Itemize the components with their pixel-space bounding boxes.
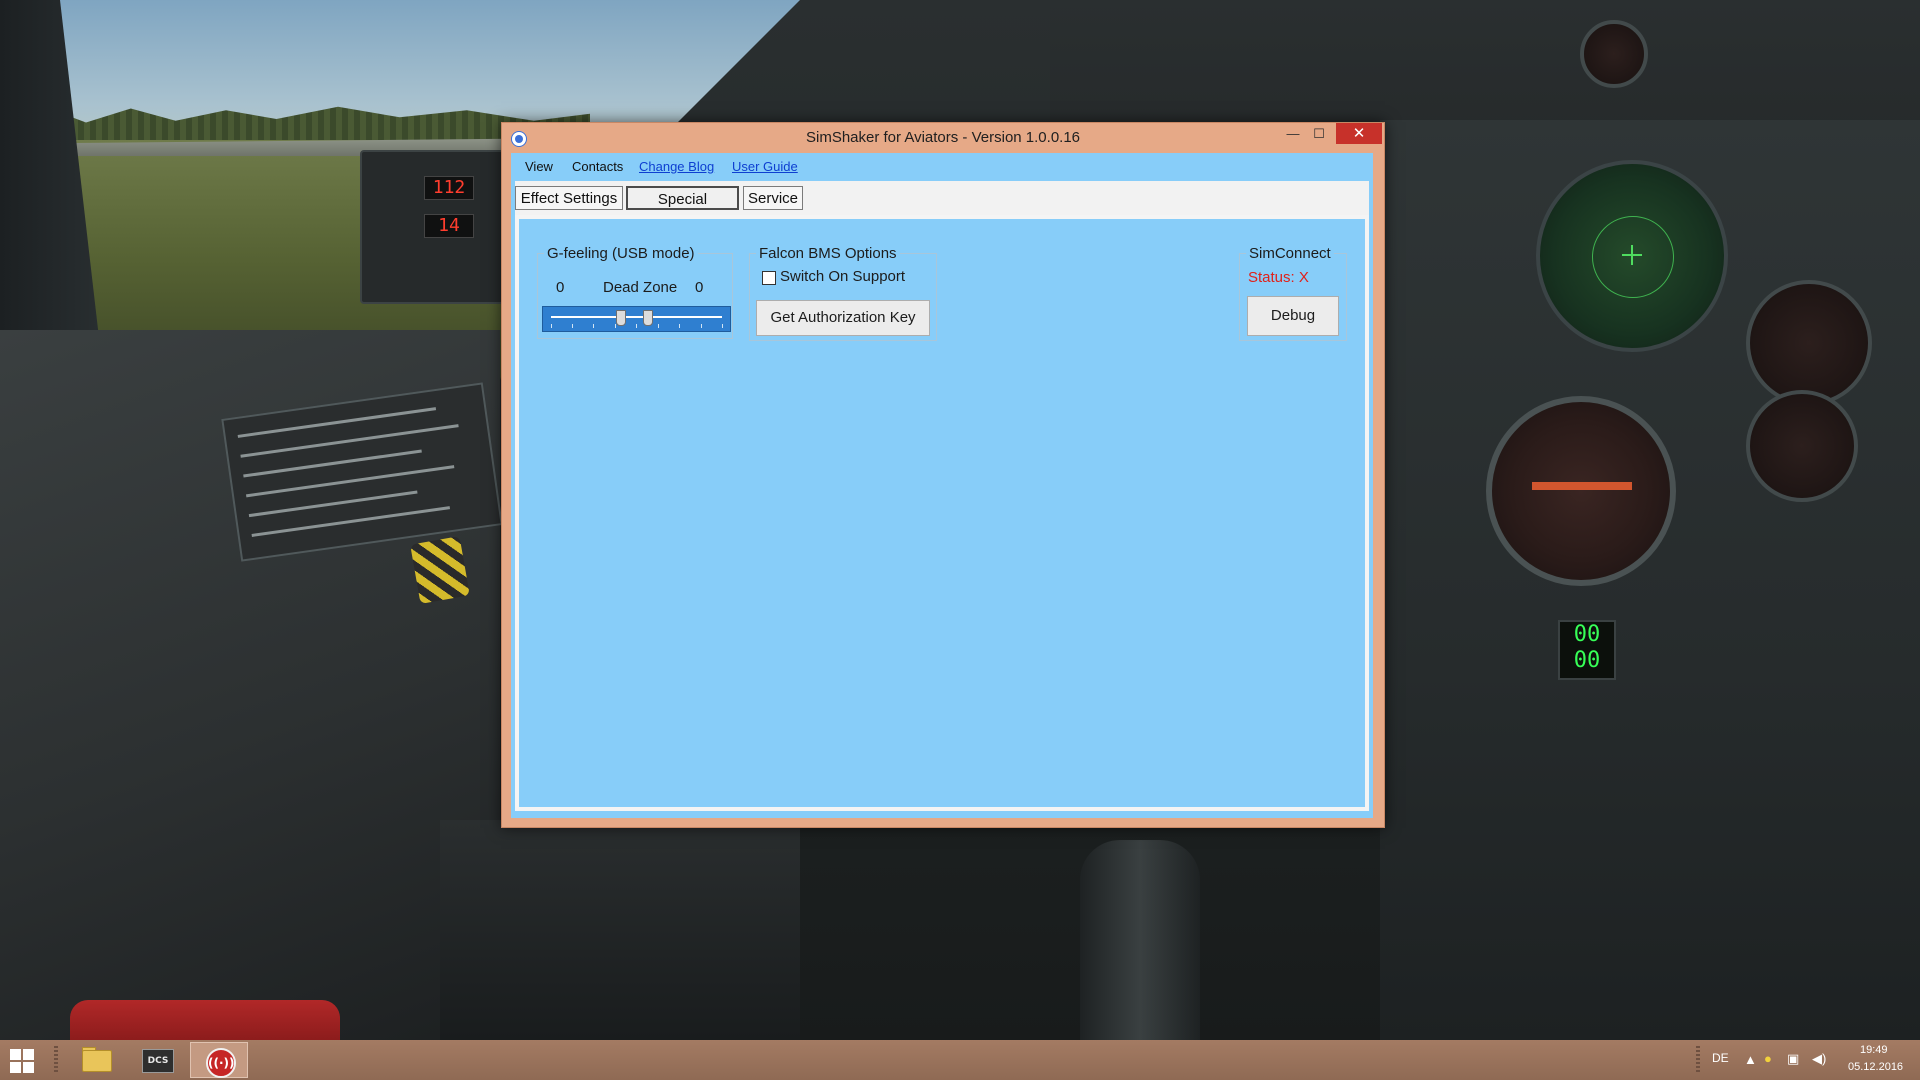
security-shield-icon[interactable]: ●	[1764, 1051, 1772, 1066]
g-feeling-left-value: 0	[556, 279, 565, 296]
tray-grip[interactable]	[1696, 1046, 1700, 1074]
taskbar: DCS ((·)) DE ▲ ● ▣ ◀) 19:49 05.12.2016	[0, 1040, 1920, 1080]
slider-thumb-low[interactable]	[616, 310, 626, 326]
windows-start-icon[interactable]	[10, 1049, 34, 1073]
menu-bar: View Contacts Change Blog User Guide	[511, 153, 1373, 181]
get-authorization-key-button[interactable]: Get Authorization Key	[756, 300, 930, 336]
switch-on-support-label[interactable]: Switch On Support	[780, 268, 905, 286]
window-client-area: View Contacts Change Blog User Guide Eff…	[511, 153, 1373, 818]
taskbar-grip[interactable]	[54, 1046, 58, 1074]
menu-view[interactable]: View	[525, 153, 553, 181]
clock-time[interactable]: 19:49	[1860, 1044, 1888, 1056]
tab-strip: Effect Settings Special Options Service	[515, 181, 1369, 232]
yellow-striped-handle	[410, 536, 470, 604]
title-bar[interactable]: SimShaker for Aviators - Version 1.0.0.1…	[502, 123, 1384, 153]
language-indicator[interactable]: DE	[1712, 1051, 1729, 1065]
special-options-page: G-feeling (USB mode) 0 Dead Zone 0 Falco…	[515, 215, 1369, 811]
g-feeling-title: G-feeling (USB mode)	[544, 245, 698, 263]
red-digit-display-upper: 112	[424, 176, 474, 200]
clock-date[interactable]: 05.12.2016	[1848, 1061, 1903, 1073]
green-digit-top: 00	[1573, 622, 1601, 647]
change-blog-link[interactable]: Change Blog	[639, 153, 714, 181]
red-cylinder	[70, 1000, 340, 1040]
taskbar-dcs[interactable]: DCS	[128, 1042, 186, 1078]
radar-scope	[1536, 160, 1728, 352]
debug-button[interactable]: Debug	[1247, 296, 1339, 336]
tab-special-options[interactable]: Special Options	[626, 186, 739, 232]
green-digit-display: 00 00	[1558, 620, 1616, 680]
taskbar-simshaker[interactable]: ((·))	[190, 1042, 248, 1078]
simshaker-window: SimShaker for Aviators - Version 1.0.0.1…	[501, 122, 1385, 828]
folder-icon	[82, 1050, 112, 1072]
simshaker-icon: ((·))	[206, 1048, 236, 1078]
dcs-icon: DCS	[142, 1049, 174, 1073]
volume-icon[interactable]: ◀)	[1812, 1051, 1826, 1067]
falcon-bms-title: Falcon BMS Options	[756, 245, 900, 263]
tab-effect-settings[interactable]: Effect Settings	[515, 186, 623, 210]
falcon-bms-group: Falcon BMS Options Switch On Support Get…	[749, 245, 937, 341]
upper-instrument-panel	[1050, 0, 1920, 140]
radio-panel: 112 14	[360, 150, 504, 304]
green-digit-bottom: 00	[1573, 648, 1601, 673]
floor-console	[440, 820, 800, 1040]
g-feeling-group: G-feeling (USB mode) 0 Dead Zone 0	[537, 245, 733, 339]
simconnect-group: SimConnect Status: X Debug	[1239, 245, 1347, 341]
control-stick	[1080, 840, 1200, 1040]
g-feeling-right-value: 0	[695, 279, 704, 296]
switch-on-support-checkbox[interactable]	[762, 271, 776, 285]
maximize-button[interactable]: ☐	[1306, 123, 1332, 144]
dead-zone-label: Dead Zone	[603, 279, 678, 296]
dead-zone-range-slider[interactable]	[542, 306, 731, 332]
simconnect-status: Status: X	[1248, 269, 1309, 286]
menu-contacts[interactable]: Contacts	[572, 153, 623, 181]
taskbar-file-explorer[interactable]	[66, 1042, 124, 1078]
red-digit-display-lower: 14	[424, 214, 474, 238]
attitude-indicator	[1486, 396, 1676, 586]
right-gauge	[1746, 390, 1858, 502]
window-title: SimShaker for Aviators - Version 1.0.0.1…	[805, 129, 1081, 146]
upper-right-gauge	[1746, 280, 1872, 406]
close-button[interactable]: ✕	[1336, 123, 1382, 144]
show-hidden-icons-icon[interactable]: ▲	[1744, 1052, 1757, 1067]
user-guide-link[interactable]: User Guide	[732, 153, 798, 181]
tab-service[interactable]: Service	[743, 186, 803, 210]
minimize-button[interactable]: —	[1280, 123, 1306, 144]
network-icon[interactable]: ▣	[1787, 1051, 1799, 1067]
simconnect-title: SimConnect	[1246, 245, 1334, 263]
slider-thumb-high[interactable]	[643, 310, 653, 326]
top-gauge	[1580, 20, 1648, 88]
